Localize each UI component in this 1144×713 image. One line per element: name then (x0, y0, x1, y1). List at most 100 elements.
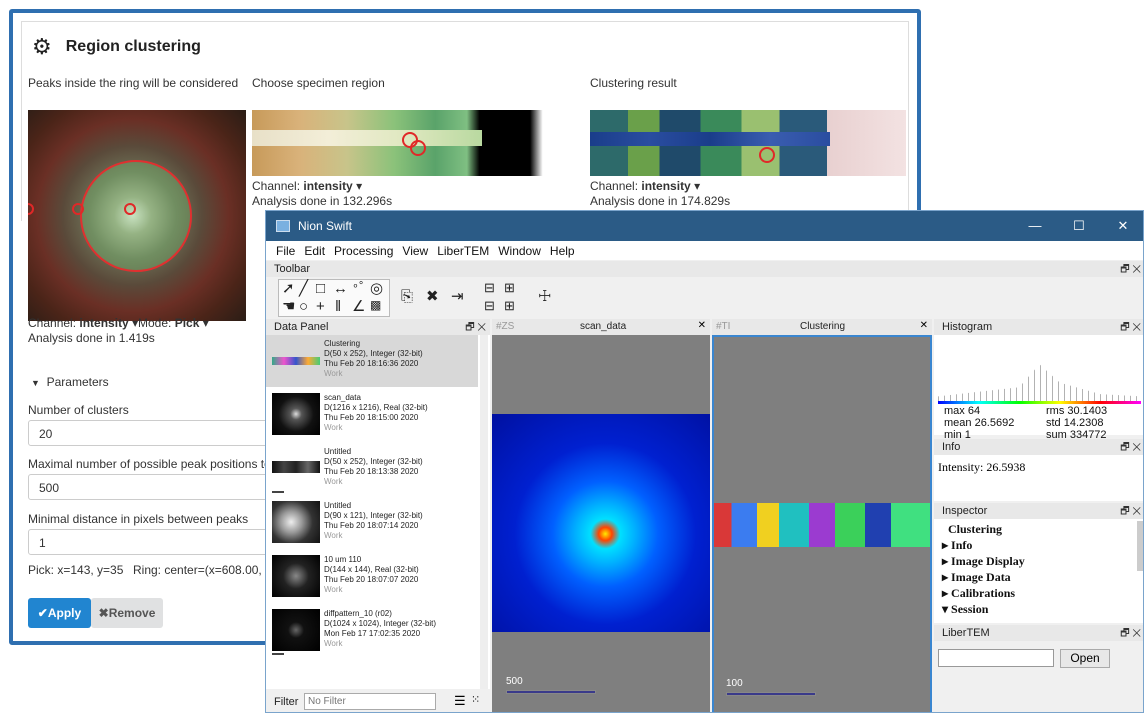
delete-icon[interactable]: ✖ (426, 289, 439, 304)
line-tool-icon[interactable]: ╱ (299, 281, 308, 296)
layout-1x2-icon[interactable]: ⊟ (484, 299, 495, 312)
spot-tool-icon[interactable]: ▩ (370, 299, 381, 311)
diffraction-pattern-image[interactable] (28, 110, 246, 321)
inspector-image-data[interactable]: ▸ Image Data (942, 570, 1011, 585)
thumbnail (272, 555, 320, 597)
menu-edit[interactable]: Edit (304, 244, 325, 258)
hist-rms: rms 30.1403 (1046, 405, 1108, 417)
app-icon (276, 220, 290, 232)
diffraction-image[interactable] (492, 414, 710, 632)
inspector-session[interactable]: ▾ Session (942, 602, 988, 617)
thumbnail (272, 357, 320, 365)
display2-title: Clustering (800, 321, 846, 332)
menu-processing[interactable]: Processing (334, 244, 393, 258)
layout-2x1-icon[interactable]: ⊞ (504, 281, 515, 294)
channel-selector-1[interactable]: Channel: intensity ▾ (28, 316, 138, 330)
inspector-name: Clustering (948, 522, 1002, 536)
specimen-image[interactable] (252, 110, 568, 176)
analysis-time-1: Analysis done in 1.419s (28, 331, 155, 345)
display2-panel[interactable]: 100 (712, 335, 932, 712)
close-icon[interactable]: ✕ (698, 320, 706, 331)
export-icon[interactable]: ⇥ (451, 289, 464, 304)
parameters-toggle[interactable]: ▼ Parameters (31, 375, 109, 389)
pick-info: Pick: x=143, y=35 (28, 563, 124, 577)
layout-1x1-icon[interactable]: ⊟ (484, 281, 495, 294)
rectangle-tool-icon[interactable]: □ (316, 281, 325, 296)
channel-selector-3[interactable]: Channel: intensity ▾ (590, 179, 700, 193)
maximize-button[interactable]: ☐ (1057, 211, 1101, 241)
list-item[interactable]: diffpattern_10 (r02) D(1024 x 1024), Inte… (272, 605, 480, 671)
filter-input[interactable] (304, 693, 436, 710)
menu-libertem[interactable]: LiberTEM (437, 244, 489, 258)
menu-window[interactable]: Window (498, 244, 541, 258)
new-panel-icon[interactable]: ⎘ (401, 289, 413, 304)
inspector-title: Inspector (942, 505, 988, 517)
ellipse-tool-icon[interactable]: ○ (299, 299, 308, 314)
menu-help[interactable]: Help (550, 244, 575, 258)
thumbnail (272, 501, 320, 543)
grid-view-icon[interactable]: ⁙ (471, 693, 480, 706)
inspector-header: Inspector 🗗 ✕ (934, 503, 1143, 519)
line-marker (272, 491, 284, 493)
display1-header: #ZS scan_data ✕ (492, 319, 710, 335)
histogram-panel: max 64 mean 26.5692 min 1 rms 30.1403 st… (934, 335, 1143, 441)
minimize-button[interactable]: — (1013, 211, 1057, 241)
cluster-band (590, 132, 830, 146)
ring-tool-icon[interactable]: ◎ (370, 281, 383, 296)
libertem-panel: Open (934, 641, 1143, 712)
mode-selector[interactable]: Mode: Pick ▾ (138, 316, 209, 330)
pick-marker[interactable] (72, 203, 84, 215)
inspector-info[interactable]: ▸ Info (942, 538, 972, 553)
interval-tool-icon[interactable]: ‖ (335, 299, 341, 314)
pointer-tool-icon[interactable]: ➚ (282, 281, 295, 296)
max-peaks-input[interactable]: 500 (28, 474, 288, 500)
hist-std: std 14.2308 (1046, 417, 1104, 429)
panel-title: Region clustering (65, 37, 201, 55)
open-button[interactable]: Open (1060, 649, 1110, 668)
cross-tool-icon[interactable]: ☩ (538, 289, 551, 304)
inspector-calibrations[interactable]: ▸ Calibrations (942, 586, 1015, 601)
clustering-result-label: Clustering result (590, 76, 677, 90)
nion-swift-window: Nion Swift — ☐ ✕ File Edit Processing Vi… (265, 210, 1144, 713)
display1-title: scan_data (580, 321, 627, 332)
display1-panel[interactable]: 500 (492, 335, 710, 712)
num-clusters-input[interactable]: 20 (28, 420, 288, 446)
histogram-title: Histogram (942, 321, 993, 333)
hist-mean: mean 26.5692 (944, 417, 1015, 429)
menu-file[interactable]: File (276, 244, 295, 258)
min-distance-label: Minimal distance in pixels between peaks (28, 512, 249, 526)
layout-2x2-icon[interactable]: ⊞ (504, 299, 515, 312)
data-panel-header: Data Panel 🗗 ✕ (266, 319, 490, 335)
list-view-icon[interactable]: ☰ (454, 693, 466, 709)
arrow-tool-icon[interactable]: ↔ (333, 281, 348, 296)
close-icon[interactable]: ✕ (920, 320, 928, 331)
apply-button[interactable]: ✔ Apply (28, 598, 91, 628)
inspector-image-display[interactable]: ▸ Image Display (942, 554, 1025, 569)
point-tool-icon[interactable]: ∘° (352, 281, 363, 292)
scrollbar[interactable] (480, 335, 488, 689)
libertem-header: LiberTEM 🗗 ✕ (934, 625, 1143, 641)
histogram-header: Histogram 🗗 ✕ (934, 319, 1143, 335)
title-bar[interactable]: Nion Swift — ☐ ✕ (266, 211, 1143, 241)
channel-selector-2[interactable]: Channel: intensity ▾ (252, 179, 362, 193)
panel-header: ⚙ Region clustering (21, 21, 909, 71)
info-text: Intensity: 26.5938 (938, 460, 1026, 474)
roi-marker[interactable] (410, 140, 426, 156)
selection-ring[interactable] (80, 160, 192, 272)
scrollbar[interactable] (1137, 521, 1143, 571)
hand-tool-icon[interactable]: ☚ (282, 299, 295, 314)
pick-marker[interactable] (28, 203, 34, 215)
pick-marker[interactable] (124, 203, 136, 215)
angle-tool-icon[interactable]: ∠ (352, 299, 365, 314)
libertem-input[interactable] (938, 649, 1054, 667)
display1-id: #ZS (496, 321, 515, 332)
crosshair-tool-icon[interactable]: + (316, 299, 325, 314)
num-clusters-label: Number of clusters (28, 403, 129, 417)
min-distance-input[interactable]: 1 (28, 529, 288, 555)
x-icon: ✖ (98, 606, 109, 620)
close-button[interactable]: ✕ (1101, 211, 1143, 241)
cluster-map[interactable] (714, 503, 930, 547)
remove-button[interactable]: ✖ Remove (91, 598, 163, 628)
clustering-result-image[interactable] (590, 110, 906, 176)
menu-view[interactable]: View (402, 244, 428, 258)
